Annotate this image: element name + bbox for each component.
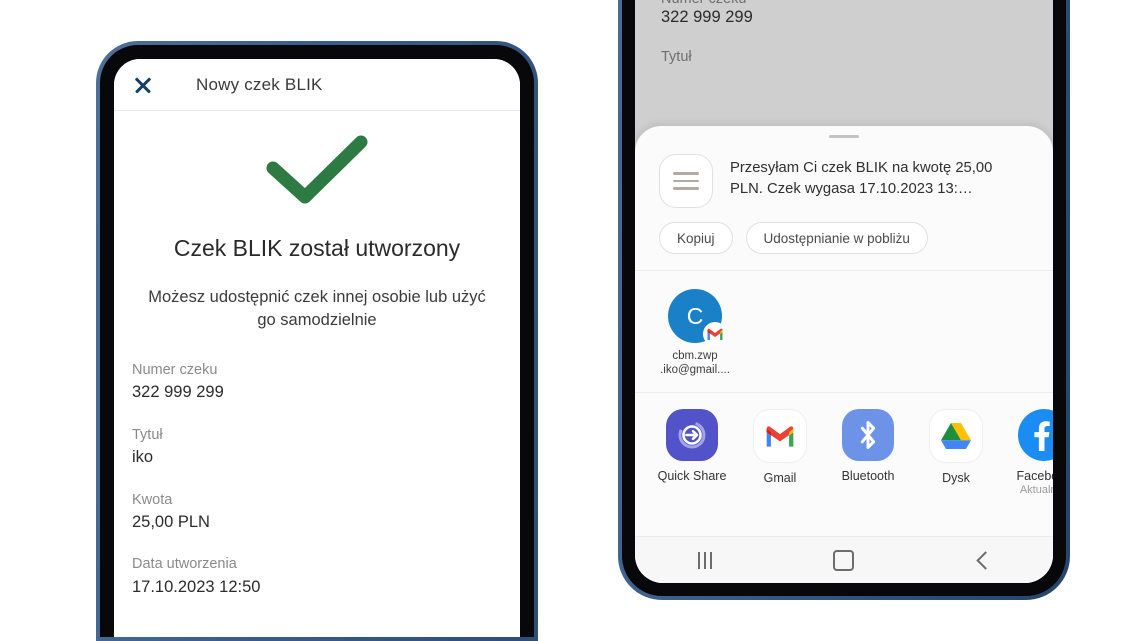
page-title: Nowy czek BLIK <box>196 74 323 94</box>
text-lines-icon <box>659 154 713 208</box>
success-subtitle: Możesz udostępnić czek innej osobie lub … <box>148 288 486 330</box>
left-phone-screen: Nowy czek BLIK Czek BLIK został utworzon… <box>114 59 520 637</box>
share-action-chips: Kopiuj Udostępnianie w pobliżu <box>635 208 1053 270</box>
share-target-label: Quick Share <box>657 468 727 483</box>
share-target-facebook[interactable]: Facebook Aktualnos <box>1009 408 1053 496</box>
google-drive-icon <box>929 408 983 463</box>
android-navigation-bar <box>635 536 1053 583</box>
contact-label-line2: .iko@gmail.... <box>660 364 730 377</box>
contact-label-line1: cbm.zwp <box>672 350 718 362</box>
background-app-content: go samodzielnie Numer czeku 322 999 299 … <box>635 0 1053 134</box>
detail-value: iko <box>132 448 154 467</box>
avatar: C <box>668 289 727 346</box>
close-x-icon[interactable] <box>132 74 154 96</box>
green-checkmark-icon <box>132 111 502 229</box>
back-chevron-icon[interactable] <box>953 545 1013 575</box>
gmail-icon <box>703 322 727 346</box>
avatar-initial: C <box>686 302 704 329</box>
success-title: Czek BLIK został utworzony <box>173 235 461 261</box>
facebook-icon <box>1018 408 1053 461</box>
background-detail-row: Numer czeku 322 999 299 <box>661 0 1027 27</box>
share-target-label: Dysk <box>942 470 970 485</box>
left-phone-bezel: Nowy czek BLIK Czek BLIK został utworzon… <box>100 45 534 637</box>
left-phone-device: Nowy czek BLIK Czek BLIK został utworzon… <box>96 41 538 641</box>
detail-label: Data utworzenia <box>132 556 237 573</box>
share-apps-row: Quick Share Gmail Bluetooth Dysk Faceb A… <box>635 393 1053 500</box>
detail-row: Data utworzenia 17.10.2023 12:50 <box>132 555 502 598</box>
share-target-drive[interactable]: Dysk <box>921 408 991 496</box>
share-target-gmail[interactable]: Gmail <box>745 408 815 496</box>
quick-share-icon <box>666 408 718 461</box>
detail-row: Numer czeku 322 999 299 <box>132 361 502 404</box>
right-phone-bezel: go samodzielnie Numer czeku 322 999 299 … <box>622 0 1066 596</box>
success-body: Czek BLIK został utworzony Możesz udostę… <box>114 111 520 598</box>
detail-value: 322 999 299 <box>132 383 224 402</box>
copy-chip-button[interactable]: Kopiuj <box>659 222 733 254</box>
share-preview: Przesyłam Ci czek BLIK na kwotę 25,00 PL… <box>635 138 1053 208</box>
contact-target[interactable]: C cbm.zwp .iko@gmail.... <box>659 289 731 378</box>
bluetooth-icon <box>842 408 894 461</box>
share-target-quick-share[interactable]: Quick Share <box>657 408 727 496</box>
share-target-bluetooth[interactable]: Bluetooth <box>833 408 903 496</box>
share-sheet: Przesyłam Ci czek BLIK na kwotę 25,00 PL… <box>635 126 1053 583</box>
recents-icon[interactable] <box>675 545 735 575</box>
detail-value: 17.10.2023 12:50 <box>132 577 261 596</box>
check-details-list: Numer czeku 322 999 299 Tytuł iko Kwota … <box>132 361 502 598</box>
background-detail-value: 322 999 299 <box>661 8 753 27</box>
nearby-share-chip-button[interactable]: Udostępnianie w pobliżu <box>745 222 928 254</box>
share-target-label: Gmail <box>763 470 797 485</box>
screenshot-stage: Nowy czek BLIK Czek BLIK został utworzon… <box>0 0 1139 641</box>
home-square-icon[interactable] <box>814 545 874 575</box>
gmail-icon <box>753 408 807 463</box>
right-phone-screen: go samodzielnie Numer czeku 322 999 299 … <box>635 0 1053 583</box>
share-target-sublabel: Aktualnos <box>1019 483 1053 496</box>
background-detail-label: Tytuł <box>661 49 692 66</box>
background-detail-label: Numer czeku <box>661 0 1027 7</box>
detail-row: Kwota 25,00 PLN <box>132 491 502 534</box>
share-contacts-row: C cbm.zwp .iko@gmail.... <box>635 271 1053 392</box>
share-target-label: Bluetooth <box>841 468 895 483</box>
app-header: Nowy czek BLIK <box>114 59 520 111</box>
background-detail-row: Tytuł <box>661 49 1027 65</box>
share-target-label: Facebook <box>1016 468 1053 483</box>
detail-row: Tytuł iko <box>132 426 502 469</box>
detail-label: Kwota <box>132 491 173 508</box>
share-preview-text: Przesyłam Ci czek BLIK na kwotę 25,00 PL… <box>730 160 993 198</box>
detail-value: 25,00 PLN <box>132 513 210 532</box>
detail-label: Tytuł <box>132 426 163 443</box>
contact-label: cbm.zwp .iko@gmail.... <box>659 349 731 378</box>
right-phone-device: go samodzielnie Numer czeku 322 999 299 … <box>618 0 1070 600</box>
detail-label: Numer czeku <box>132 361 218 378</box>
